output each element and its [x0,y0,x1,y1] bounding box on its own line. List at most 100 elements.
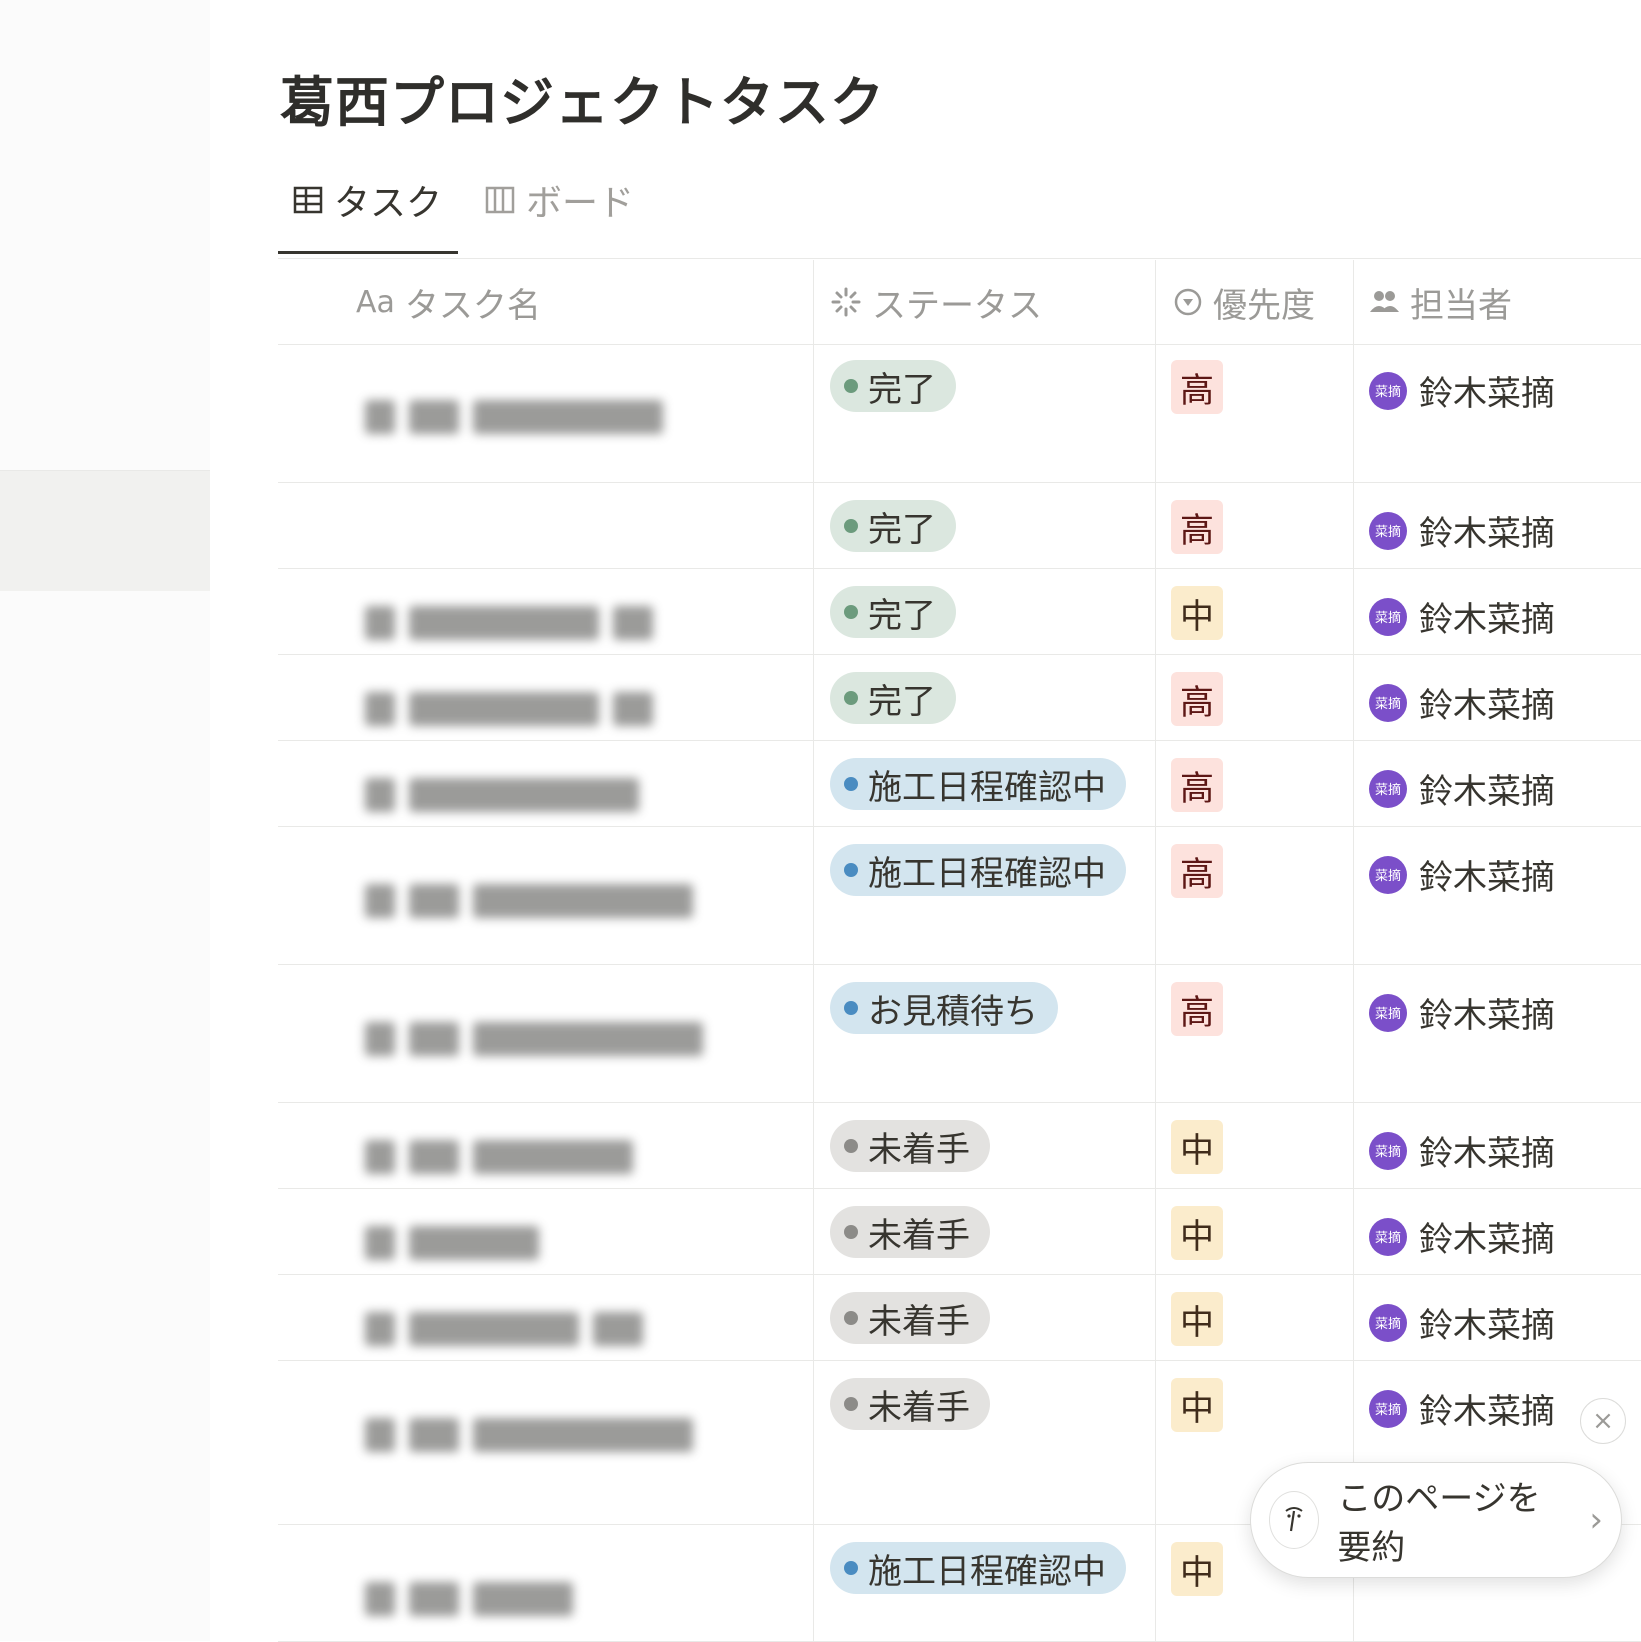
status-badge[interactable]: 未着手 [830,1292,990,1344]
status-badge[interactable]: 施工日程確認中 [830,844,1126,896]
tab-tasks[interactable]: タスク [277,176,459,254]
priority-badge[interactable]: 高 [1171,500,1223,554]
status-badge[interactable]: 施工日程確認中 [830,758,1126,810]
table-row[interactable]: 施工日程確認中 高 菜摘 鈴木菜摘 [278,826,1641,965]
status-badge[interactable]: 施工日程確認中 [830,1542,1126,1594]
sidebar-area [0,0,210,1641]
redacted-task-name[interactable] [365,1418,785,1460]
assignee-cell[interactable]: 菜摘 鈴木菜摘 [1369,592,1555,641]
status-label: 施工日程確認中 [868,853,1106,894]
assignee-name: 鈴木菜摘 [1419,1134,1555,1174]
redacted-task-name[interactable] [365,1312,785,1354]
avatar: 菜摘 [1369,855,1407,894]
priority-badge[interactable]: 高 [1171,672,1223,726]
status-badge[interactable]: 完了 [830,500,956,552]
assignee-cell[interactable]: 菜摘 鈴木菜摘 [1369,850,1555,899]
redacted-task-name[interactable] [365,400,785,442]
assignee-cell[interactable]: 菜摘 鈴木菜摘 [1369,678,1555,727]
assignee-name: 鈴木菜摘 [1419,1306,1555,1346]
status-dot-icon [844,1311,858,1325]
table-row[interactable]: 完了 中 菜摘 鈴木菜摘 [278,568,1641,655]
redacted-task-name[interactable] [365,1582,785,1624]
priority-badge[interactable]: 高 [1171,844,1223,898]
assignee-name: 鈴木菜摘 [1419,1392,1555,1432]
avatar: 菜摘 [1369,1303,1407,1342]
assignee-name: 鈴木菜摘 [1419,996,1555,1036]
redacted-task-name[interactable] [365,606,785,648]
redacted-task-name[interactable] [365,1226,785,1268]
status-dot-icon [844,863,858,877]
priority-badge[interactable]: 高 [1171,982,1223,1036]
summarize-page-button[interactable]: このページを要約 › [1250,1462,1622,1578]
table-row[interactable]: 完了 高 菜摘 鈴木菜摘 [278,482,1641,569]
assignee-cell[interactable]: 菜摘 鈴木菜摘 [1369,764,1555,813]
assignee-cell[interactable]: 菜摘 鈴木菜摘 [1369,1384,1555,1433]
tabs-divider [278,258,1641,259]
status-badge[interactable]: 完了 [830,360,956,412]
status-label: 施工日程確認中 [868,767,1106,808]
assignee-cell[interactable]: 菜摘 鈴木菜摘 [1369,1298,1555,1347]
status-label: 未着手 [868,1387,970,1428]
assignee-name: 鈴木菜摘 [1419,686,1555,726]
status-badge[interactable]: 完了 [830,586,956,638]
status-badge[interactable]: 未着手 [830,1378,990,1430]
chevron-right-icon: › [1589,1500,1603,1540]
status-label: 未着手 [868,1215,970,1256]
column-assignee-label: 担当者 [1410,285,1512,326]
redacted-task-name[interactable] [365,692,785,734]
status-dot-icon [844,777,858,791]
status-label: 完了 [868,369,936,410]
table-row[interactable]: 未着手 中 菜摘 鈴木菜摘 [278,1274,1641,1361]
status-label: 完了 [868,509,936,550]
assignee-cell[interactable]: 菜摘 鈴木菜摘 [1369,506,1555,555]
assignee-cell[interactable]: 菜摘 鈴木菜摘 [1369,988,1555,1037]
assignee-name: 鈴木菜摘 [1419,600,1555,640]
status-dot-icon [844,605,858,619]
priority-badge[interactable]: 中 [1171,1542,1223,1596]
assignee-name: 鈴木菜摘 [1419,1220,1555,1260]
table-row[interactable]: お見積待ち 高 菜摘 鈴木菜摘 [278,964,1641,1103]
redacted-task-name[interactable] [365,1022,785,1064]
status-dot-icon [844,691,858,705]
avatar: 菜摘 [1369,993,1407,1032]
table-row[interactable]: 完了 高 菜摘 鈴木菜摘 [278,654,1641,741]
table-row[interactable]: 未着手 中 菜摘 鈴木菜摘 [278,1188,1641,1275]
column-header-priority[interactable]: 優先度 [1173,260,1315,344]
avatar: 菜摘 [1369,511,1407,550]
status-badge[interactable]: お見積待ち [830,982,1058,1034]
close-summary-button[interactable]: × [1580,1398,1626,1444]
assignee-name: 鈴木菜摘 [1419,772,1555,812]
assignee-cell[interactable]: 菜摘 鈴木菜摘 [1369,1212,1555,1261]
table-row[interactable]: 施工日程確認中 高 菜摘 鈴木菜摘 [278,740,1641,827]
column-header-name[interactable]: Aa タスク名 [356,260,541,344]
assignee-cell[interactable]: 菜摘 鈴木菜摘 [1369,1126,1555,1175]
priority-badge[interactable]: 高 [1171,758,1223,812]
status-badge[interactable]: 未着手 [830,1120,990,1172]
redacted-task-name[interactable] [365,884,785,926]
priority-badge[interactable]: 中 [1171,586,1223,640]
column-header-status[interactable]: ステータス [830,260,1042,344]
table-row[interactable]: 未着手 中 菜摘 鈴木菜摘 [278,1102,1641,1189]
status-label: 未着手 [868,1301,970,1342]
status-badge[interactable]: 未着手 [830,1206,990,1258]
redacted-task-name[interactable] [365,778,785,820]
avatar: 菜摘 [1369,371,1407,410]
assignee-cell[interactable]: 菜摘 鈴木菜摘 [1369,366,1555,415]
assignee-name: 鈴木菜摘 [1419,858,1555,898]
column-status-label: ステータス [872,285,1042,326]
priority-badge[interactable]: 中 [1171,1120,1223,1174]
assignee-name: 鈴木菜摘 [1419,514,1555,554]
tab-board[interactable]: ボード [472,176,646,254]
status-dot-icon [844,1225,858,1239]
assignee-name: 鈴木菜摘 [1419,374,1555,414]
priority-badge[interactable]: 中 [1171,1378,1223,1432]
table-row[interactable]: 完了 高 菜摘 鈴木菜摘 [278,342,1641,483]
priority-badge[interactable]: 中 [1171,1292,1223,1346]
status-badge[interactable]: 完了 [830,672,956,724]
status-dot-icon [844,379,858,393]
column-header-assignee[interactable]: 担当者 [1368,260,1512,344]
priority-badge[interactable]: 高 [1171,360,1223,414]
view-tabs: タスク ボード [277,176,646,254]
redacted-task-name[interactable] [365,1140,785,1182]
priority-badge[interactable]: 中 [1171,1206,1223,1260]
